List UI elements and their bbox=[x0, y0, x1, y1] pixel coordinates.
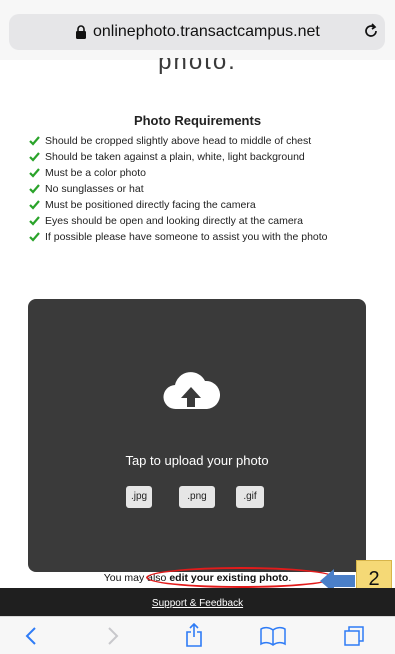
checkmark-icon bbox=[29, 168, 40, 178]
photo-upload-dropzone[interactable]: Tap to upload your photo .jpg .png .gif bbox=[28, 299, 366, 572]
forward-icon[interactable] bbox=[102, 626, 122, 646]
cloud-upload-icon bbox=[163, 372, 220, 410]
checkmark-icon bbox=[29, 136, 40, 146]
reload-icon[interactable] bbox=[362, 22, 380, 40]
bookmarks-icon[interactable] bbox=[260, 626, 286, 646]
back-icon[interactable] bbox=[22, 626, 42, 646]
file-type-jpg: .jpg bbox=[126, 486, 152, 508]
checkmark-icon bbox=[29, 152, 40, 162]
file-type-png: .png bbox=[179, 486, 215, 508]
footer-bar: Support & Feedback bbox=[0, 588, 395, 616]
cut-off-heading: photo. bbox=[158, 58, 237, 75]
safari-bottom-toolbar bbox=[0, 616, 395, 654]
list-item: No sunglasses or hat bbox=[29, 181, 369, 197]
upload-prompt: Tap to upload your photo bbox=[125, 453, 269, 468]
highlight-oval bbox=[146, 567, 335, 588]
list-item: Must be positioned directly facing the c… bbox=[29, 197, 369, 213]
lock-icon bbox=[76, 25, 86, 39]
browser-chrome: onlinephoto.transactcampus.net bbox=[0, 0, 395, 60]
photo-requirements-title: Photo Requirements bbox=[133, 113, 262, 128]
url-text: onlinephoto.transactcampus.net bbox=[93, 23, 320, 40]
list-item: If possible please have someone to assis… bbox=[29, 229, 369, 245]
file-type-gif: .gif bbox=[236, 486, 264, 508]
share-icon[interactable] bbox=[184, 623, 204, 647]
list-item: Must be a color photo bbox=[29, 165, 369, 181]
checkmark-icon bbox=[29, 216, 40, 226]
checkmark-icon bbox=[29, 200, 40, 210]
list-item: Should be cropped slightly above head to… bbox=[29, 133, 369, 149]
tabs-icon[interactable] bbox=[344, 626, 364, 646]
list-item: Should be taken against a plain, white, … bbox=[29, 149, 369, 165]
requirements-list: Should be cropped slightly above head to… bbox=[29, 133, 369, 245]
address-bar[interactable]: onlinephoto.transactcampus.net bbox=[9, 14, 385, 50]
checkmark-icon bbox=[29, 184, 40, 194]
support-feedback-link[interactable]: Support & Feedback bbox=[0, 598, 395, 609]
checkmark-icon bbox=[29, 232, 40, 242]
list-item: Eyes should be open and looking directly… bbox=[29, 213, 369, 229]
